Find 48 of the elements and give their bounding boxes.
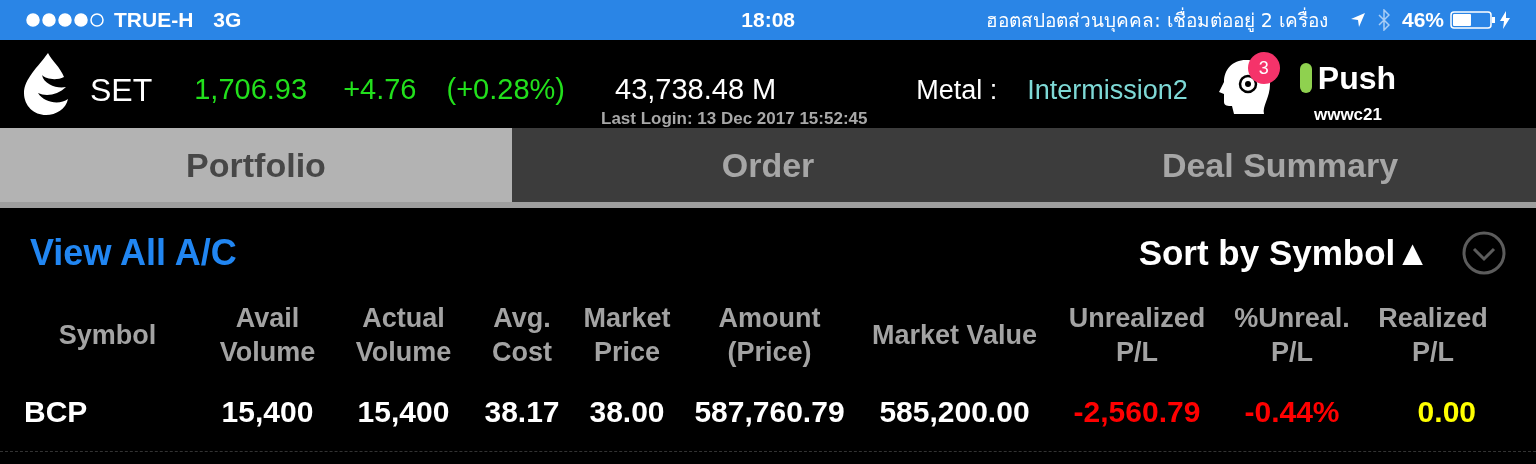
- table-cell-text: 0.00: [1416, 394, 1477, 430]
- column-header: Amount (Price): [717, 302, 822, 369]
- column-header: Realized P/L: [1377, 302, 1489, 369]
- location-icon: [1349, 12, 1366, 28]
- table-cell-text: 15,400: [220, 394, 315, 430]
- index-name: SET: [90, 71, 153, 110]
- table-cell-text: 585,200.00: [878, 394, 1031, 430]
- column-header: Market Price: [582, 302, 672, 369]
- dropdown-icon[interactable]: [1462, 231, 1506, 275]
- table-cell-text: -0.44%: [1243, 394, 1341, 430]
- column-header: Avg. Cost: [491, 302, 553, 369]
- column-header: Actual Volume: [354, 302, 453, 369]
- tab[interactable]: Order: [512, 128, 1024, 202]
- battery-icon: [1450, 10, 1496, 30]
- column-header: Unrealized P/L: [1067, 302, 1207, 369]
- tab[interactable]: Deal Summary: [1024, 128, 1536, 202]
- index-percent: (+0.28%): [446, 72, 565, 107]
- clock: 18:08: [741, 7, 796, 34]
- table-cell-text: 587,760.79: [693, 394, 846, 430]
- battery-percent: 46%: [1401, 7, 1444, 34]
- sort-button[interactable]: Sort by Symbol▲: [1138, 226, 1430, 280]
- market-status: Intermission2: [1027, 74, 1188, 107]
- table-cell-text: 15,400: [356, 394, 451, 430]
- table-cell-text: BCP: [23, 394, 89, 430]
- last-login: Last Login: 13 Dec 2017 15:52:45: [601, 108, 868, 130]
- charging-icon: [1500, 11, 1510, 29]
- column-header: %Unreal. P/L: [1233, 302, 1351, 369]
- index-change: +4.76: [343, 72, 417, 107]
- notification-badge: 3: [1247, 52, 1280, 84]
- signal-icon: [26, 13, 106, 27]
- column-header: Avail Volume: [218, 302, 317, 369]
- network-type: 3G: [213, 7, 242, 34]
- column-header: Symbol: [58, 319, 157, 352]
- column-header: Market Value: [871, 319, 1038, 352]
- tab[interactable]: Portfolio: [0, 128, 512, 202]
- index-value: 1,706.93: [194, 72, 308, 107]
- market-label: Metal :: [916, 74, 998, 107]
- table-cell-text: 38.00: [588, 394, 666, 430]
- push-label[interactable]: Push: [1317, 54, 1397, 102]
- bluetooth-icon: [1377, 9, 1390, 31]
- view-all-link[interactable]: View All A/C: [30, 226, 237, 280]
- trade-volume: 43,738.48 M: [615, 72, 777, 107]
- hotspot-status: ฮอตสปอตส่วนบุคคล: เชื่อมต่ออยู่ 2 เครื่อง: [986, 6, 1328, 34]
- carrier: TRUE-H: [114, 7, 194, 34]
- table-cell-text: 38.17: [483, 394, 561, 430]
- table-cell-text: -2,560.79: [1072, 394, 1202, 430]
- logo-icon: [22, 53, 70, 115]
- username: wwwc21: [1313, 104, 1382, 126]
